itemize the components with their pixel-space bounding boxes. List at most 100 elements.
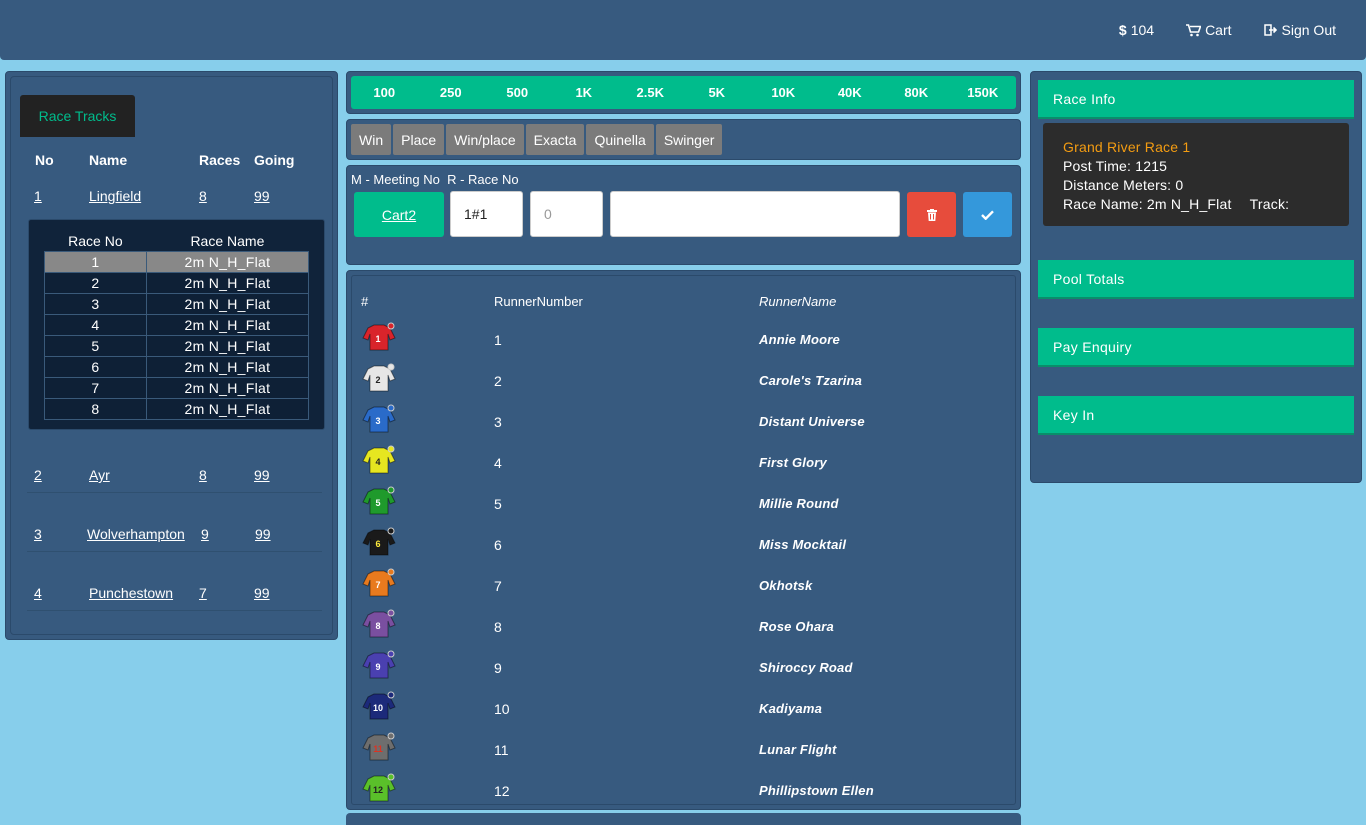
- bet-type-place-button[interactable]: Place: [393, 124, 445, 155]
- track-no-link[interactable]: 4: [34, 585, 42, 601]
- tab-race-tracks[interactable]: Race Tracks: [20, 95, 135, 137]
- bet-type-swinger-button[interactable]: Swinger: [655, 124, 723, 155]
- stake-button[interactable]: 80K: [883, 76, 950, 109]
- runner-row[interactable]: 10 10 Kadiyama: [352, 688, 1015, 729]
- selection-input[interactable]: [610, 191, 900, 237]
- runner-row[interactable]: 7 7 Okhotsk: [352, 565, 1015, 606]
- track-name-link[interactable]: Wolverhampton: [87, 526, 185, 542]
- race-no-cell: 6: [44, 355, 147, 378]
- runner-name: Okhotsk: [759, 578, 813, 593]
- silk-number: 9: [375, 662, 380, 672]
- silk-number: 10: [373, 703, 383, 713]
- jockey-silk-icon: 5: [362, 486, 396, 515]
- track-going-link[interactable]: 99: [254, 585, 270, 601]
- runner-name: Lunar Flight: [759, 742, 837, 757]
- race-info-header[interactable]: Race Info: [1038, 80, 1354, 119]
- track-going-link[interactable]: 99: [255, 526, 271, 542]
- runner-row[interactable]: 12 12 Phillipstown Ellen: [352, 770, 1015, 811]
- runner-row[interactable]: 8 8 Rose Ohara: [352, 606, 1015, 647]
- race-name-cell: 2m N_H_Flat: [145, 376, 310, 399]
- bet-type-exacta-button[interactable]: Exacta: [525, 124, 585, 155]
- silk-number: 7: [375, 580, 380, 590]
- meeting-race-input[interactable]: 1#1: [450, 191, 523, 237]
- track-no-link[interactable]: 1: [34, 188, 42, 204]
- runner-number: 2: [494, 373, 502, 389]
- track-name-link[interactable]: Lingfield: [89, 188, 141, 204]
- race-row[interactable]: 3 2m N_H_Flat: [44, 292, 310, 315]
- stake-button[interactable]: 100: [351, 76, 418, 109]
- runner-number: 5: [494, 496, 502, 512]
- stake-button[interactable]: 150K: [950, 76, 1017, 109]
- track-races-link[interactable]: 8: [199, 188, 207, 204]
- track-races-link[interactable]: 7: [199, 585, 207, 601]
- pool-totals-header[interactable]: Pool Totals: [1038, 260, 1354, 299]
- track-going-link[interactable]: 99: [254, 467, 270, 483]
- confirm-button[interactable]: [963, 192, 1012, 237]
- silk-number: 8: [375, 621, 380, 631]
- cart-link[interactable]: Cart: [1186, 22, 1232, 38]
- race-name-cell: 2m N_H_Flat: [145, 292, 310, 315]
- track-name-link[interactable]: Punchestown: [89, 585, 173, 601]
- bet-type-win-button[interactable]: Win: [351, 124, 392, 155]
- runner-row[interactable]: 2 2 Carole's Tzarina: [352, 360, 1015, 401]
- bet-type-buttons: Win Place Win/place Exacta Quinella Swin…: [351, 124, 723, 155]
- race-row[interactable]: 8 2m N_H_Flat: [44, 397, 310, 420]
- post-time: Post Time: 1215: [1063, 158, 1168, 174]
- race-no-cell: 8: [44, 397, 147, 420]
- bet-entry-panel: M - Meeting No R - Race No Cart2 1#1 0: [346, 165, 1021, 265]
- pay-enquiry-header[interactable]: Pay Enquiry: [1038, 328, 1354, 367]
- delete-button[interactable]: [907, 192, 956, 237]
- track-no-link[interactable]: 2: [34, 467, 42, 483]
- jockey-silk-icon: 3: [362, 404, 396, 433]
- race-row[interactable]: 1 2m N_H_Flat: [44, 250, 310, 273]
- col-header-name: Name: [89, 152, 128, 168]
- jockey-silk-icon: 7: [362, 568, 396, 597]
- race-name-info: Race Name: 2m N_H_Flat: [1063, 196, 1232, 212]
- runner-name: Kadiyama: [759, 701, 823, 716]
- runners-table: # RunnerNumber RunnerName 1 1 Annie Moore 2…: [351, 275, 1016, 805]
- runner-number: 10: [494, 701, 510, 717]
- stake-button[interactable]: 5K: [684, 76, 751, 109]
- runner-row[interactable]: 9 9 Shiroccy Road: [352, 647, 1015, 688]
- track-races-link[interactable]: 9: [201, 526, 209, 542]
- cart-select-button[interactable]: Cart2: [354, 192, 444, 237]
- race-info-box: Grand River Race 1 Post Time: 1215 Dista…: [1043, 123, 1349, 226]
- stake-button[interactable]: 2.5K: [617, 76, 684, 109]
- runner-row[interactable]: 4 4 First Glory: [352, 442, 1015, 483]
- runner-row[interactable]: 5 5 Millie Round: [352, 483, 1015, 524]
- track-races-link[interactable]: 8: [199, 467, 207, 483]
- sign-out-link[interactable]: Sign Out: [1263, 22, 1336, 38]
- stake-button[interactable]: 500: [484, 76, 551, 109]
- runner-row[interactable]: 6 6 Miss Mocktail: [352, 524, 1015, 565]
- race-tracks-panel: Race Tracks No Name Races Going 1 Lingfi…: [5, 71, 338, 640]
- runner-name: Carole's Tzarina: [759, 373, 863, 388]
- race-row[interactable]: 4 2m N_H_Flat: [44, 313, 310, 336]
- balance-link[interactable]: $ 104: [1119, 22, 1154, 38]
- bet-type-quinella-button[interactable]: Quinella: [586, 124, 654, 155]
- balance-value: 104: [1130, 22, 1155, 38]
- runner-row[interactable]: 1 1 Annie Moore: [352, 319, 1015, 360]
- sign-out-label: Sign Out: [1281, 22, 1336, 38]
- silk-number: 2: [375, 375, 380, 385]
- track-name-link[interactable]: Ayr: [89, 467, 110, 483]
- stake-button[interactable]: 1K: [551, 76, 618, 109]
- race-row[interactable]: 5 2m N_H_Flat: [44, 334, 310, 357]
- amount-input[interactable]: 0: [530, 191, 603, 237]
- race-row[interactable]: 7 2m N_H_Flat: [44, 376, 310, 399]
- race-row[interactable]: 6 2m N_H_Flat: [44, 355, 310, 378]
- race-no-header: Race No: [68, 232, 123, 249]
- race-row[interactable]: 2 2m N_H_Flat: [44, 271, 310, 294]
- stake-button[interactable]: 10K: [750, 76, 817, 109]
- race-name-header: Race Name: [190, 232, 265, 249]
- bet-type-winplace-button[interactable]: Win/place: [446, 124, 524, 155]
- runner-row[interactable]: 11 11 Lunar Flight: [352, 729, 1015, 770]
- track-no-link[interactable]: 3: [34, 526, 42, 542]
- runner-row[interactable]: 3 3 Distant Universe: [352, 401, 1015, 442]
- stake-button[interactable]: 40K: [817, 76, 884, 109]
- stake-button[interactable]: 250: [418, 76, 485, 109]
- silk-number: 3: [375, 416, 380, 426]
- runner-name: Shiroccy Road: [759, 660, 853, 675]
- cart-icon: [1186, 23, 1202, 36]
- track-going-link[interactable]: 99: [254, 188, 270, 204]
- key-in-header[interactable]: Key In: [1038, 396, 1354, 435]
